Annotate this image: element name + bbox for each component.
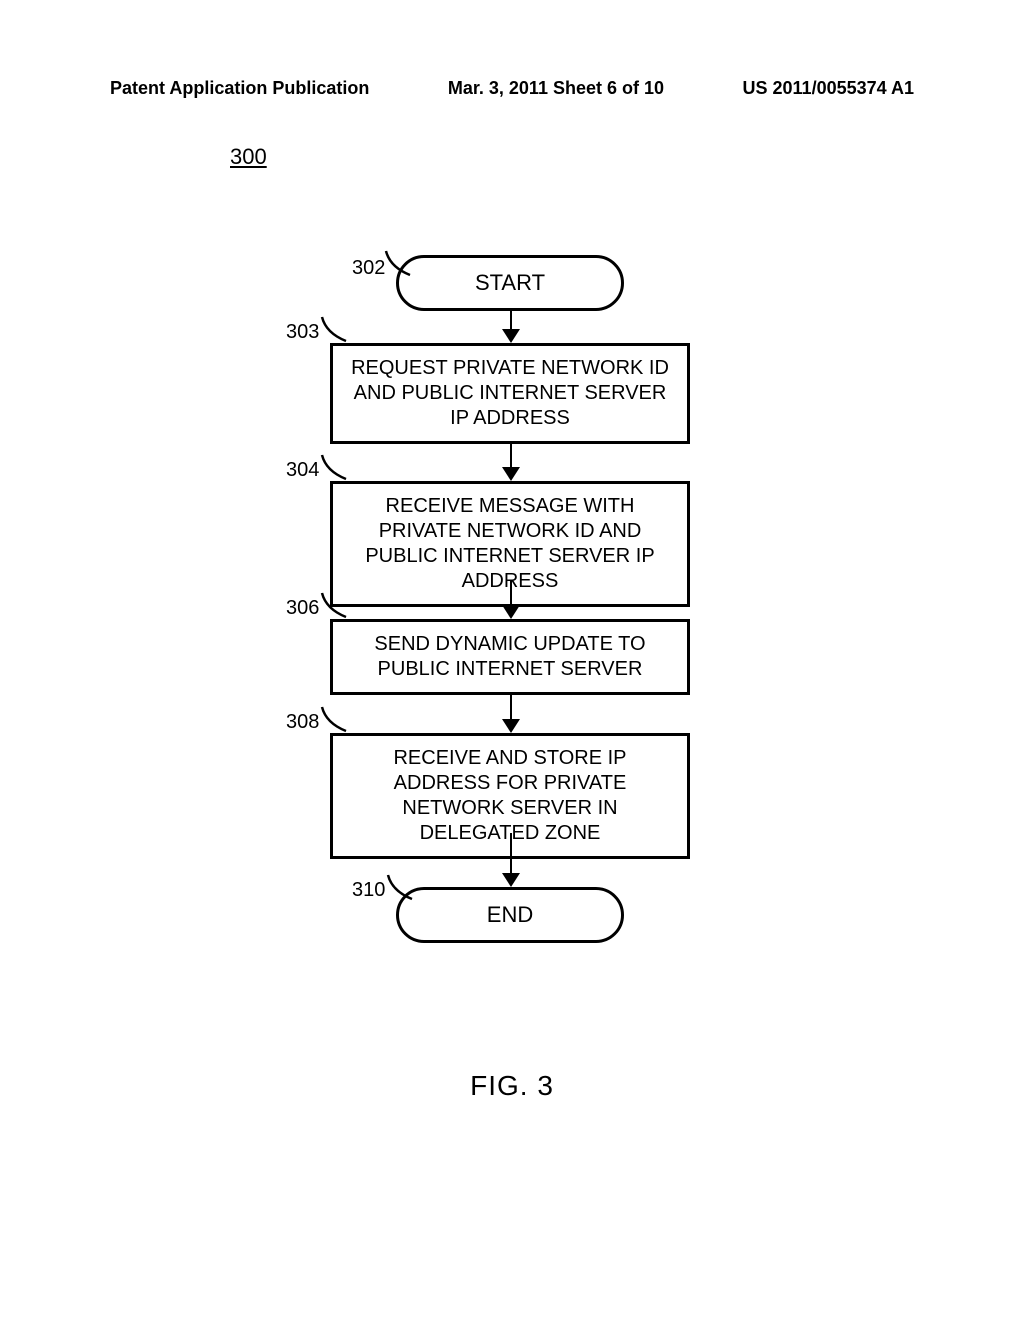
arrow [510, 311, 512, 341]
figure-caption: FIG. 3 [0, 1070, 1024, 1102]
ref-304: 304 [286, 459, 319, 482]
ref-tick-icon [320, 453, 348, 481]
page: Patent Application Publication Mar. 3, 2… [0, 0, 1024, 1320]
arrow [510, 833, 512, 885]
figure-number: 300 [230, 144, 267, 170]
page-header: Patent Application Publication Mar. 3, 2… [0, 78, 1024, 99]
start-label: START [475, 270, 545, 296]
process-303: REQUEST PRIVATE NETWORK ID AND PUBLIC IN… [330, 343, 690, 444]
ref-308: 308 [286, 711, 319, 734]
arrow [510, 443, 512, 479]
ref-tick-icon [320, 705, 348, 733]
ref-302: 302 [352, 257, 385, 280]
arrow [510, 581, 512, 617]
process-304-label: RECEIVE MESSAGE WITH PRIVATE NETWORK ID … [365, 495, 654, 592]
ref-tick-icon [320, 315, 348, 343]
end-terminator: END [396, 887, 624, 943]
process-308-label: RECEIVE AND STORE IP ADDRESS FOR PRIVATE… [393, 747, 626, 844]
ref-tick-icon [320, 591, 348, 619]
end-label: END [487, 902, 533, 928]
process-306-label: SEND DYNAMIC UPDATE TO PUBLIC INTERNET S… [374, 633, 645, 680]
ref-tick-icon [386, 873, 414, 901]
ref-310: 310 [352, 879, 385, 902]
ref-tick-icon [384, 249, 412, 277]
header-left: Patent Application Publication [110, 78, 369, 99]
header-center: Mar. 3, 2011 Sheet 6 of 10 [448, 78, 664, 99]
process-306: SEND DYNAMIC UPDATE TO PUBLIC INTERNET S… [330, 619, 690, 695]
ref-303: 303 [286, 321, 319, 344]
ref-306: 306 [286, 597, 319, 620]
process-303-label: REQUEST PRIVATE NETWORK ID AND PUBLIC IN… [351, 357, 669, 429]
start-terminator: START [396, 255, 624, 311]
arrow [510, 695, 512, 731]
header-right: US 2011/0055374 A1 [743, 78, 914, 99]
